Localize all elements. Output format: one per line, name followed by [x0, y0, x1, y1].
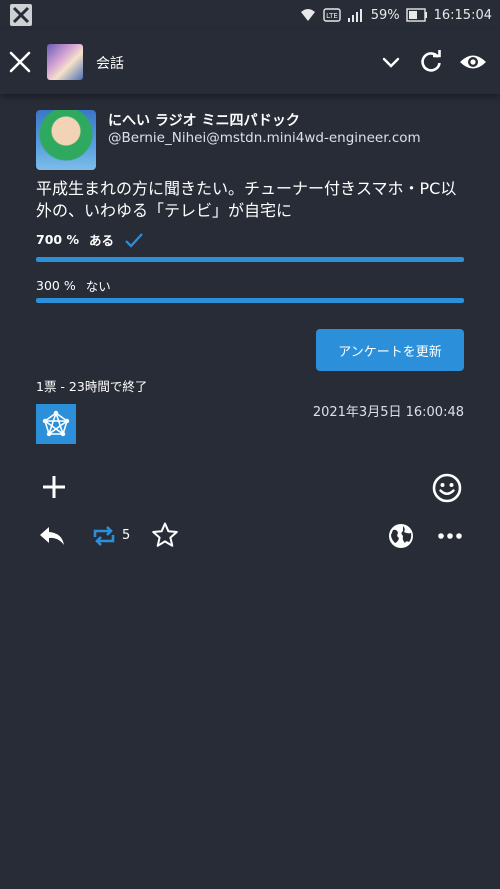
battery-icon — [405, 8, 427, 22]
reblog-count: 5 — [122, 528, 131, 543]
reblog-icon[interactable] — [90, 522, 118, 550]
poll-option: 700 % ある — [36, 230, 464, 262]
check-icon — [124, 232, 144, 248]
star-icon[interactable] — [151, 521, 179, 549]
more-icon[interactable] — [435, 522, 465, 550]
clock: 16:15:04 — [433, 7, 492, 23]
fediverse-app-icon[interactable] — [36, 404, 76, 444]
author-display-name[interactable]: にへい ラジオ ミニ四パドック — [108, 110, 300, 130]
emoji-icon[interactable] — [431, 472, 463, 504]
globe-icon[interactable] — [387, 522, 415, 550]
author-handle[interactable]: @Bernie_Nihei@mstdn.mini4wd-engineer.com — [108, 130, 421, 146]
author-avatar[interactable] — [36, 110, 96, 170]
wifi-icon — [300, 9, 315, 21]
eye-icon[interactable] — [458, 49, 488, 75]
svg-text:LTE: LTE — [326, 12, 338, 20]
post-timestamp[interactable]: 2021年3月5日 16:00:48 — [313, 401, 464, 420]
signal-icon — [347, 9, 362, 22]
refresh-icon[interactable] — [418, 49, 444, 75]
close-icon[interactable] — [6, 48, 34, 76]
post-content: 平成生まれの方に聞きたい。チューナー付きスマホ・PC以外の、いわゆる「テレビ」が… — [36, 179, 457, 220]
app-bar: 会話 — [0, 30, 500, 94]
volte-icon: LTE — [323, 8, 341, 22]
status-indicators: LTE 59% 16:15:04 — [299, 6, 492, 24]
notification-icon — [10, 4, 32, 26]
poll-option-bar — [36, 298, 464, 303]
battery-percent: 59% — [370, 7, 400, 23]
refresh-poll-button[interactable]: アンケートを更新 — [316, 329, 464, 371]
reply-icon[interactable] — [38, 522, 66, 550]
chevron-down-icon[interactable] — [378, 49, 404, 75]
poll-option-percent: 300 % — [36, 278, 76, 293]
status-bar: LTE 59% 16:15:04 — [0, 0, 500, 30]
poll-option: 300 % ない — [36, 276, 464, 303]
poll-option-label: ない — [85, 279, 111, 294]
account-avatar[interactable] — [47, 44, 83, 80]
page-title: 会話 — [96, 56, 124, 72]
add-reaction-icon[interactable] — [40, 473, 68, 501]
poll-option-bar — [36, 257, 464, 262]
poll-option-percent: 700 % — [36, 232, 79, 247]
poll-option-label: ある — [88, 233, 114, 248]
poll-meta: 1票 - 23時間で終了 — [36, 379, 148, 394]
